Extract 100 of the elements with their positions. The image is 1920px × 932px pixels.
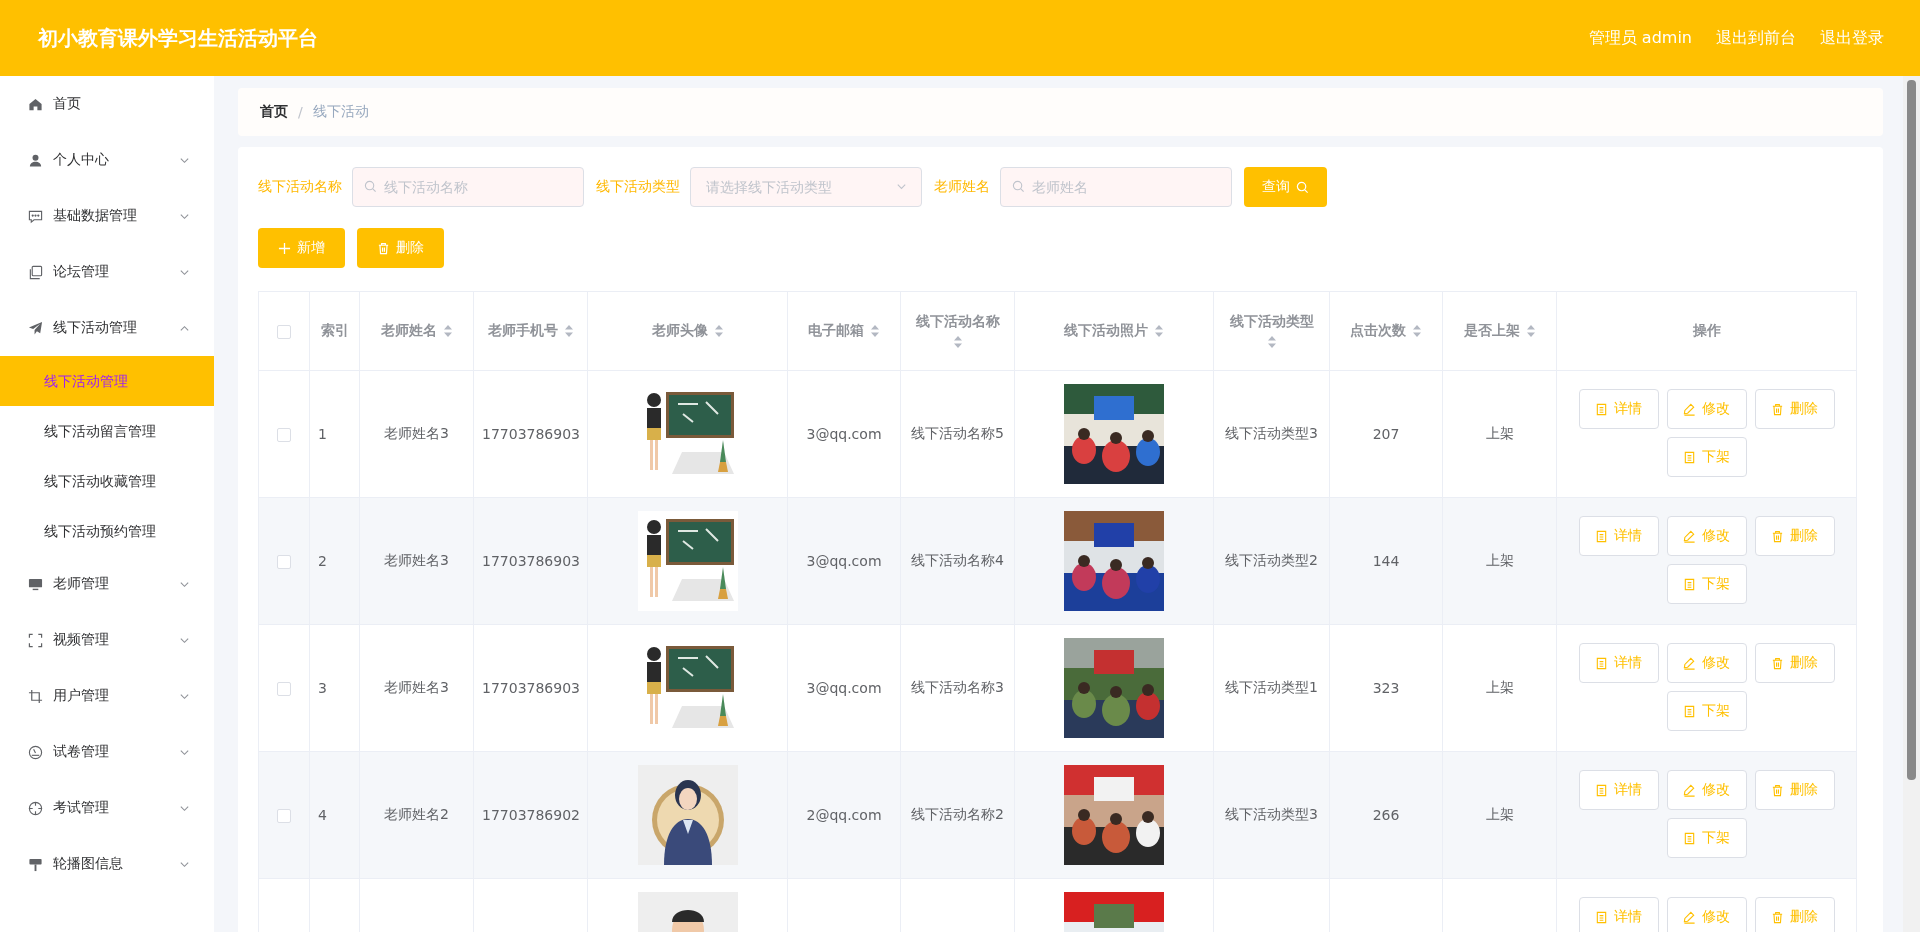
sort-icon[interactable] <box>1266 335 1277 349</box>
document-icon <box>1595 910 1608 924</box>
header-link[interactable]: 退出到前台 <box>1716 27 1796 49</box>
table-cell: 线下活动名称4 <box>911 552 1004 568</box>
detail-button[interactable]: 详情 <box>1578 516 1659 556</box>
sidebar-item[interactable]: 轮播图信息 <box>0 836 214 892</box>
table-cell: 3@qq.com <box>806 426 882 442</box>
delete-button[interactable]: 删除 <box>1754 516 1835 556</box>
document-icon <box>1595 783 1608 797</box>
table-cell: 老师姓名2 <box>384 806 449 822</box>
detail-button[interactable]: 详情 <box>1578 389 1659 429</box>
detail-button[interactable]: 详情 <box>1578 643 1659 683</box>
trash-icon <box>1771 529 1784 543</box>
trash-icon <box>377 241 390 255</box>
sort-icon[interactable] <box>1412 324 1422 338</box>
submenu-item[interactable]: 线下活动预约管理 <box>0 506 214 556</box>
row-checkbox[interactable] <box>277 428 291 442</box>
submenu-item[interactable]: 线下活动管理 <box>0 356 214 406</box>
document-icon <box>1683 831 1696 845</box>
search-field[interactable]: 线下活动名称 <box>352 167 584 207</box>
search-icon <box>1296 180 1309 194</box>
table-cell: 线下活动名称3 <box>911 679 1004 695</box>
column-header: 老师头像 <box>651 322 708 340</box>
table-cell: 1 <box>318 426 327 442</box>
scrollbar[interactable] <box>1903 76 1920 932</box>
header-link[interactable]: 退出登录 <box>1820 27 1884 49</box>
row-checkbox[interactable] <box>277 809 291 823</box>
sidebar-item[interactable]: 基础数据管理 <box>0 188 214 244</box>
table-cell: 老师姓名3 <box>384 552 449 568</box>
search-field[interactable]: 老师姓名 <box>1000 167 1232 207</box>
unpublish-button[interactable]: 下架 <box>1666 818 1747 858</box>
unpublish-button[interactable]: 下架 <box>1666 437 1747 477</box>
sort-icon[interactable] <box>952 335 963 349</box>
column-header: 老师姓名 <box>380 322 437 340</box>
column-header: 是否上架 <box>1463 322 1520 340</box>
row-checkbox[interactable] <box>277 555 291 569</box>
sort-icon[interactable] <box>563 324 574 338</box>
header-link[interactable]: 管理员 admin <box>1588 27 1692 49</box>
delete-button[interactable]: 删除 <box>1754 770 1835 810</box>
table-cell: 线下活动名称2 <box>911 806 1004 822</box>
table-cell: 线下活动类型1 <box>1225 679 1318 695</box>
add-button[interactable]: 新增 <box>258 228 345 268</box>
delete-button[interactable]: 删除 <box>1754 389 1835 429</box>
pencil-icon <box>1683 656 1696 670</box>
column-header: 线下活动类型 <box>1229 313 1314 331</box>
column-header: 点击次数 <box>1350 322 1406 340</box>
table-cell: 线下活动类型3 <box>1225 425 1318 441</box>
unpublish-button[interactable]: 下架 <box>1666 564 1747 604</box>
sort-icon[interactable] <box>1525 324 1536 338</box>
sidebar-item[interactable]: 考试管理 <box>0 780 214 836</box>
edit-button[interactable]: 修改 <box>1666 389 1747 429</box>
column-header: 线下活动照片 <box>1064 322 1148 340</box>
detail-button[interactable]: 详情 <box>1578 770 1659 810</box>
submenu-item[interactable]: 线下活动收藏管理 <box>0 456 214 506</box>
edit-button[interactable]: 修改 <box>1666 643 1747 683</box>
table-cell: 17703786903 <box>482 680 580 696</box>
sort-icon[interactable] <box>442 324 453 338</box>
submenu-item[interactable]: 线下活动留言管理 <box>0 406 214 456</box>
breadcrumb-item: 线下活动 <box>312 103 369 121</box>
edit-button[interactable]: 修改 <box>1666 770 1747 810</box>
table-cell: 144 <box>1372 553 1400 569</box>
sort-icon[interactable] <box>870 324 880 338</box>
sidebar-item[interactable]: 个人中心 <box>0 132 214 188</box>
sidebar-item[interactable]: 视频管理 <box>0 612 214 668</box>
query-button[interactable]: 查询 <box>1244 167 1327 207</box>
signpost-icon <box>28 856 43 872</box>
search-icon <box>1012 180 1025 193</box>
delete-button[interactable]: 删除 <box>1754 643 1835 683</box>
table-cell: 4 <box>318 807 327 823</box>
sidebar-item[interactable]: 老师管理 <box>0 556 214 612</box>
select-all-checkbox[interactable] <box>277 325 291 339</box>
table-cell: 老师姓名3 <box>384 679 449 695</box>
breadcrumb-item[interactable]: 首页 <box>260 103 288 121</box>
pencil-icon <box>1683 402 1696 416</box>
paper-plane-icon <box>28 320 43 336</box>
sort-icon[interactable] <box>1154 324 1164 338</box>
table-cell: 上架 <box>1485 806 1514 822</box>
type-select[interactable]: 请选择线下活动类型 <box>690 167 922 207</box>
field-label: 老师姓名 <box>934 178 990 196</box>
table-cell: 线下活动类型3 <box>1225 806 1318 822</box>
sort-icon[interactable] <box>713 324 724 338</box>
unpublish-button[interactable]: 下架 <box>1666 691 1747 731</box>
document-icon <box>1683 577 1696 591</box>
table-cell: 2 <box>318 553 327 569</box>
table-cell: 3@qq.com <box>806 553 882 569</box>
row-checkbox[interactable] <box>277 682 291 696</box>
table-cell: 2@qq.com <box>806 807 882 823</box>
sidebar-item[interactable]: 用户管理 <box>0 668 214 724</box>
sidebar-item[interactable]: 试卷管理 <box>0 724 214 780</box>
delete-button[interactable]: 删除 <box>1754 897 1835 932</box>
edit-button[interactable]: 修改 <box>1666 516 1747 556</box>
sidebar-item[interactable]: 首页 <box>0 76 214 132</box>
delete-button[interactable]: 删除 <box>357 228 444 268</box>
edit-button[interactable]: 修改 <box>1666 897 1747 932</box>
detail-button[interactable]: 详情 <box>1578 897 1659 932</box>
sidebar-item[interactable]: 线下活动管理 <box>0 300 214 356</box>
table-cell: 266 <box>1372 807 1400 823</box>
sidebar-item[interactable]: 论坛管理 <box>0 244 214 300</box>
field-label: 线下活动名称 <box>258 178 342 196</box>
table-cell: 上架 <box>1485 425 1514 441</box>
